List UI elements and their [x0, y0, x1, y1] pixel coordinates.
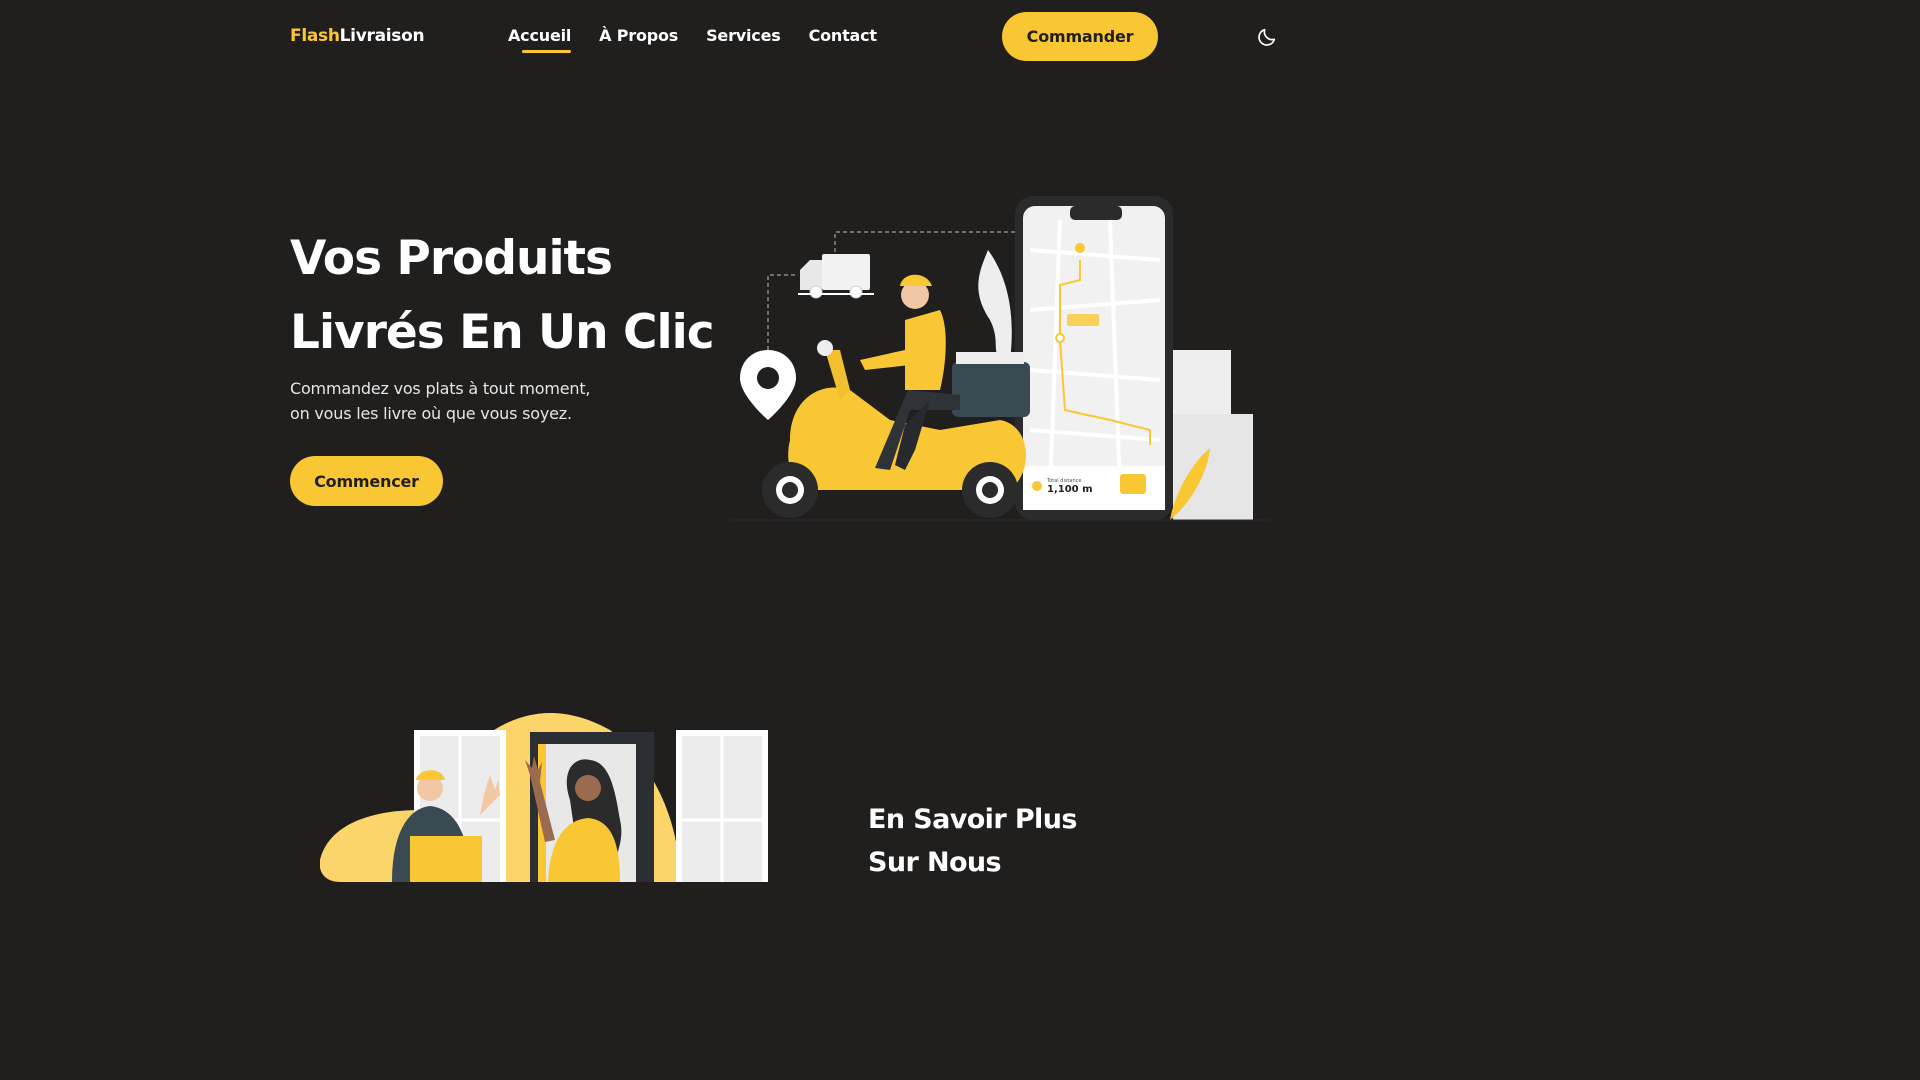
location-pin-icon — [740, 350, 796, 420]
about-title: En Savoir Plus Sur Nous — [868, 798, 1128, 884]
distance-value: 1,100 m — [1047, 484, 1093, 495]
nav-item-accueil[interactable]: Accueil — [508, 26, 571, 53]
delivery-scooter-illustration: Total distance 1,100 m — [730, 190, 1270, 530]
commencer-button[interactable]: Commencer — [290, 456, 443, 506]
nav-item-a-propos[interactable]: À Propos — [599, 26, 678, 45]
logo[interactable]: FlashLivraison — [290, 26, 425, 46]
logo-part-flash: Flash — [290, 26, 340, 46]
hero-title-line1: Vos Produits — [290, 231, 613, 286]
logo-part-livraison: Livraison — [339, 26, 425, 46]
site-header: FlashLivraison Accueil À Propos Services… — [0, 0, 1568, 74]
hero-title-line2: Livrés En Un Clic — [290, 305, 715, 360]
hero-subtitle-line2: on vous les livre où que vous soyez. — [290, 404, 572, 423]
hero-title: Vos Produits Livrés En Un Clic — [290, 222, 715, 370]
nav-item-contact[interactable]: Contact — [809, 26, 878, 45]
about-title-line1: En Savoir Plus — [868, 804, 1077, 835]
about-title-line2: Sur Nous — [868, 847, 1002, 878]
phone-map-illustration: Total distance 1,100 m — [1015, 196, 1173, 520]
commander-button[interactable]: Commander — [1002, 12, 1158, 61]
nav-item-services[interactable]: Services — [706, 26, 781, 45]
truck-icon — [798, 254, 874, 299]
main-nav: Accueil À Propos Services Contact — [508, 26, 878, 53]
moon-icon[interactable] — [1256, 26, 1278, 48]
doorstep-delivery-illustration — [319, 690, 780, 882]
hero-subtitle-line1: Commandez vos plats à tout moment, — [290, 379, 591, 398]
hero-subtitle: Commandez vos plats à tout moment, on vo… — [290, 376, 650, 426]
